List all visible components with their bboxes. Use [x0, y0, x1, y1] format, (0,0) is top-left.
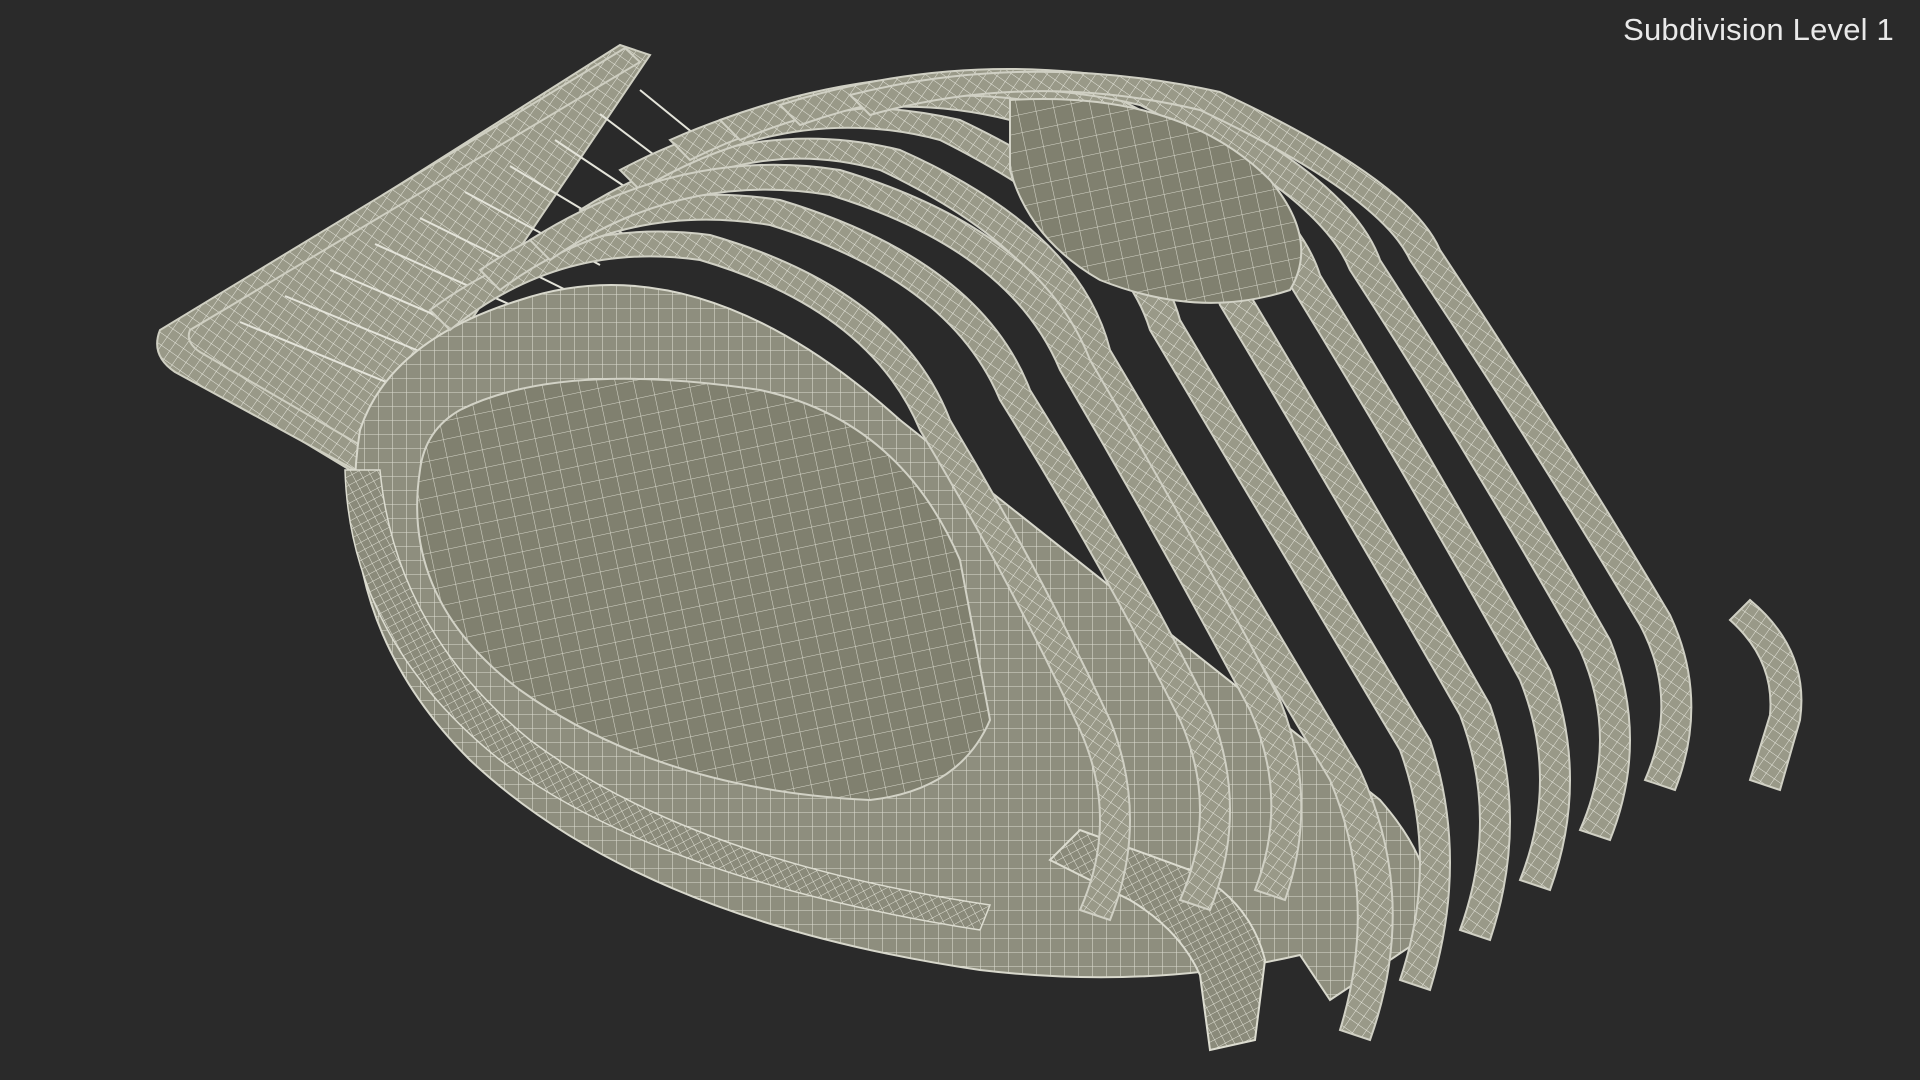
- subdivision-level-label: Subdivision Level 1: [1623, 12, 1894, 47]
- render-viewport: Subdivision Level 1: [0, 0, 1920, 1080]
- egg-slicer-wireframe-icon: [156, 43, 1803, 1052]
